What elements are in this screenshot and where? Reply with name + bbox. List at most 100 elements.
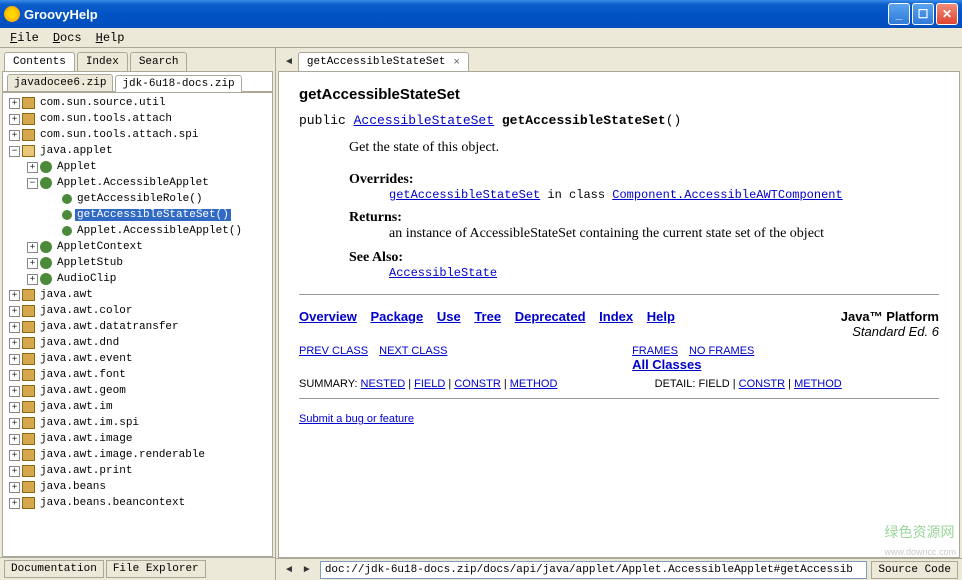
expand-icon[interactable]: + [9,322,20,333]
source-code-button[interactable]: Source Code [871,561,958,579]
sum-nested[interactable]: NESTED [361,378,406,390]
nav-forward-icon[interactable]: ► [298,564,316,575]
expand-icon[interactable]: + [9,306,20,317]
expand-icon[interactable]: + [9,466,20,477]
content-tab[interactable]: getAccessibleStateSet × [298,52,469,71]
nav-package[interactable]: Package [370,309,423,324]
close-tab-icon[interactable]: × [454,56,460,68]
menu-help[interactable]: Help [90,29,131,47]
package-icon [22,369,35,381]
tree-node[interactable]: AppletStub [55,257,125,269]
allclasses-link[interactable]: All Classes [632,357,701,372]
expand-icon[interactable]: + [9,98,20,109]
package-icon [22,497,35,509]
collapse-icon[interactable]: − [9,146,20,157]
frames-link[interactable]: FRAMES [632,345,678,357]
minimize-button[interactable]: _ [888,3,910,25]
noframes-link[interactable]: NO FRAMES [689,345,754,357]
menu-docs[interactable]: Docs [47,29,88,47]
tree-node[interactable]: com.sun.source.util [38,97,167,109]
tree-node[interactable]: AppletContext [55,241,145,253]
tree-node[interactable]: Applet.AccessibleApplet() [75,225,244,237]
expand-icon[interactable]: + [9,338,20,349]
bug-link[interactable]: Submit a bug or feature [299,413,939,425]
maximize-button[interactable]: ☐ [912,3,934,25]
expand-icon[interactable]: + [9,114,20,125]
tree-node[interactable]: java.awt.dnd [38,337,121,349]
tree-node[interactable]: java.awt.datatransfer [38,321,181,333]
tree-node[interactable]: getAccessibleRole() [75,193,204,205]
tree-node[interactable]: Applet.AccessibleApplet [55,177,211,189]
det-method[interactable]: METHOD [794,378,842,390]
tree-node[interactable]: java.awt.font [38,369,128,381]
tree-node[interactable]: java.awt.im [38,401,115,413]
next-class-link[interactable]: NEXT CLASS [379,345,447,357]
expand-icon[interactable]: + [27,242,38,253]
nav-help[interactable]: Help [647,309,675,324]
path-input[interactable]: doc://jdk-6u18-docs.zip/docs/api/java/ap… [320,561,868,579]
collapse-icon[interactable]: − [27,178,38,189]
expand-icon[interactable]: + [9,418,20,429]
overrides-method-link[interactable]: getAccessibleStateSet [389,188,540,202]
nav-index[interactable]: Index [599,309,633,324]
package-icon [22,353,35,365]
expand-icon[interactable]: + [9,290,20,301]
returns-label: Returns: [349,210,939,226]
nav-tree[interactable]: Tree [474,309,501,324]
tree-node[interactable]: java.awt [38,289,95,301]
expand-icon[interactable]: + [9,130,20,141]
close-button[interactable]: ✕ [936,3,958,25]
filetab-javadocee6[interactable]: javadocee6.zip [7,74,113,91]
tree-node[interactable]: java.awt.image [38,433,134,445]
tree-node[interactable]: AudioClip [55,273,118,285]
tab-contents[interactable]: Contents [4,52,75,71]
expand-icon[interactable]: + [9,498,20,509]
tree-node[interactable]: java.awt.color [38,305,134,317]
tree-node[interactable]: Applet [55,161,99,173]
tree-node[interactable]: java.beans.beancontext [38,497,187,509]
tree-node[interactable]: java.awt.print [38,465,134,477]
seealso-link[interactable]: AccessibleState [389,266,497,280]
tree-node[interactable]: java.beans [38,481,108,493]
tree-node[interactable]: java.awt.geom [38,385,128,397]
tree-node[interactable]: java.awt.event [38,353,134,365]
filetab-jdk6u18[interactable]: jdk-6u18-docs.zip [115,75,241,92]
package-icon [22,449,35,461]
tab-search[interactable]: Search [130,52,188,71]
tree-node[interactable]: java.awt.im.spi [38,417,141,429]
package-icon [22,337,35,349]
tab-index[interactable]: Index [77,52,128,71]
tab-prev-icon[interactable]: ◄ [280,56,298,67]
sum-field[interactable]: FIELD [414,378,445,390]
divider [299,294,939,295]
expand-icon[interactable]: + [9,370,20,381]
tree-node[interactable]: com.sun.tools.attach.spi [38,129,200,141]
expand-icon[interactable]: + [9,450,20,461]
expand-icon[interactable]: + [9,482,20,493]
det-constr[interactable]: CONSTR [739,378,785,390]
nav-use[interactable]: Use [437,309,461,324]
overrides-class-link[interactable]: Component.AccessibleAWTComponent [612,188,842,202]
tree-node[interactable]: java.applet [38,145,115,157]
expand-icon[interactable]: + [9,434,20,445]
expand-icon[interactable]: + [27,162,38,173]
expand-icon[interactable]: + [9,354,20,365]
sum-constr[interactable]: CONSTR [454,378,500,390]
expand-icon[interactable]: + [27,274,38,285]
nav-back-icon[interactable]: ◄ [280,564,298,575]
tab-documentation[interactable]: Documentation [4,560,104,578]
nav-overview[interactable]: Overview [299,309,357,324]
type-link[interactable]: AccessibleStateSet [354,113,494,128]
tree-node[interactable]: java.awt.image.renderable [38,449,207,461]
package-tree[interactable]: + com.sun.source.util + com.sun.tools.atta… [2,92,273,557]
tree-node[interactable]: com.sun.tools.attach [38,113,174,125]
tab-file-explorer[interactable]: File Explorer [106,560,206,578]
expand-icon[interactable]: + [9,386,20,397]
nav-deprecated[interactable]: Deprecated [515,309,586,324]
sum-method[interactable]: METHOD [510,378,558,390]
menu-file[interactable]: File [4,29,45,47]
expand-icon[interactable]: + [27,258,38,269]
tree-node-selected[interactable]: getAccessibleStateSet() [75,209,231,221]
expand-icon[interactable]: + [9,402,20,413]
prev-class-link[interactable]: PREV CLASS [299,345,368,357]
